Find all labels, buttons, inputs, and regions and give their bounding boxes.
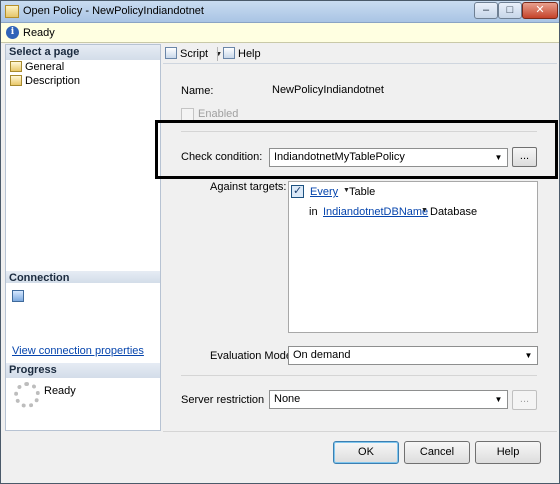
page-icon	[10, 75, 22, 86]
script-icon	[165, 47, 177, 59]
name-label: Name:	[181, 85, 214, 97]
page-icon	[10, 61, 22, 72]
chevron-down-icon: ▼	[494, 395, 503, 404]
enabled-label: Enabled	[198, 108, 239, 120]
progress-status: Ready	[44, 385, 76, 397]
server-restriction-dropdown[interactable]: None ▼	[269, 390, 508, 409]
minimize-button[interactable]: –	[474, 2, 498, 19]
target-table-checkbox[interactable]	[291, 184, 304, 198]
against-targets-label: Against targets:	[210, 181, 287, 193]
toolbar: Script ▼ Help	[163, 44, 557, 64]
page-item-description[interactable]: Description	[10, 74, 80, 88]
page-item-label: Description	[25, 75, 81, 87]
policy-icon	[5, 5, 19, 18]
status-bar: i Ready	[1, 23, 559, 43]
window-title: Open Policy - NewPolicyIndiandotnet	[23, 5, 204, 17]
toolbar-separator	[217, 47, 218, 61]
ok-button[interactable]: OK	[333, 441, 399, 464]
target-type-table: Table	[349, 186, 376, 198]
server-restriction-label: Server restriction	[181, 394, 265, 406]
maximize-button[interactable]: □	[498, 2, 522, 19]
view-connection-properties-link[interactable]: View connection properties	[12, 345, 144, 357]
evaluation-mode-label: Evaluation Mode:	[210, 350, 295, 362]
info-icon: i	[6, 26, 19, 39]
status-text: Ready	[23, 27, 55, 39]
connection-icon	[12, 290, 24, 302]
page-item-general[interactable]: General	[10, 60, 64, 74]
chevron-down-icon: ▼	[524, 351, 533, 360]
cancel-button[interactable]: Cancel	[404, 441, 470, 464]
help-toolbar-button[interactable]: Help	[223, 47, 261, 62]
help-icon	[223, 47, 235, 59]
help-label: Help	[238, 48, 261, 60]
title-bar[interactable]: Open Policy - NewPolicyIndiandotnet – □ …	[1, 1, 559, 23]
close-button[interactable]: ✕	[522, 2, 558, 19]
highlight-frame	[155, 120, 558, 179]
targets-panel: Every ▼ Table in IndiandotnetDBName ▼ Da…	[288, 181, 538, 333]
footer-divider	[163, 431, 557, 432]
evaluation-mode-dropdown[interactable]: On demand ▼	[288, 346, 538, 365]
chevron-down-icon[interactable]: ▼	[421, 207, 428, 214]
script-label: Script	[180, 48, 209, 60]
open-policy-dialog: Open Policy - NewPolicyIndiandotnet – □ …	[0, 0, 560, 484]
target-type-database: Database	[430, 206, 478, 218]
name-value[interactable]: NewPolicyIndiandotnet	[272, 84, 384, 96]
every-link[interactable]: Every	[310, 186, 338, 198]
target-in-prefix: in	[309, 206, 318, 218]
select-page-header: Select a page	[6, 45, 160, 60]
page-item-label: General	[25, 61, 65, 73]
server-restriction-browse-button[interactable]: ...	[512, 390, 537, 410]
progress-spinner-icon	[14, 382, 40, 408]
server-restriction-value: None	[274, 393, 301, 405]
evaluation-mode-value: On demand	[293, 349, 351, 361]
left-pane: Select a page General Description Connec…	[5, 44, 161, 431]
connection-header: Connection	[6, 271, 160, 283]
divider	[181, 375, 537, 376]
help-button[interactable]: Help	[475, 441, 541, 464]
progress-header: Progress	[6, 363, 160, 378]
database-name-link[interactable]: IndiandotnetDBName	[323, 206, 428, 218]
